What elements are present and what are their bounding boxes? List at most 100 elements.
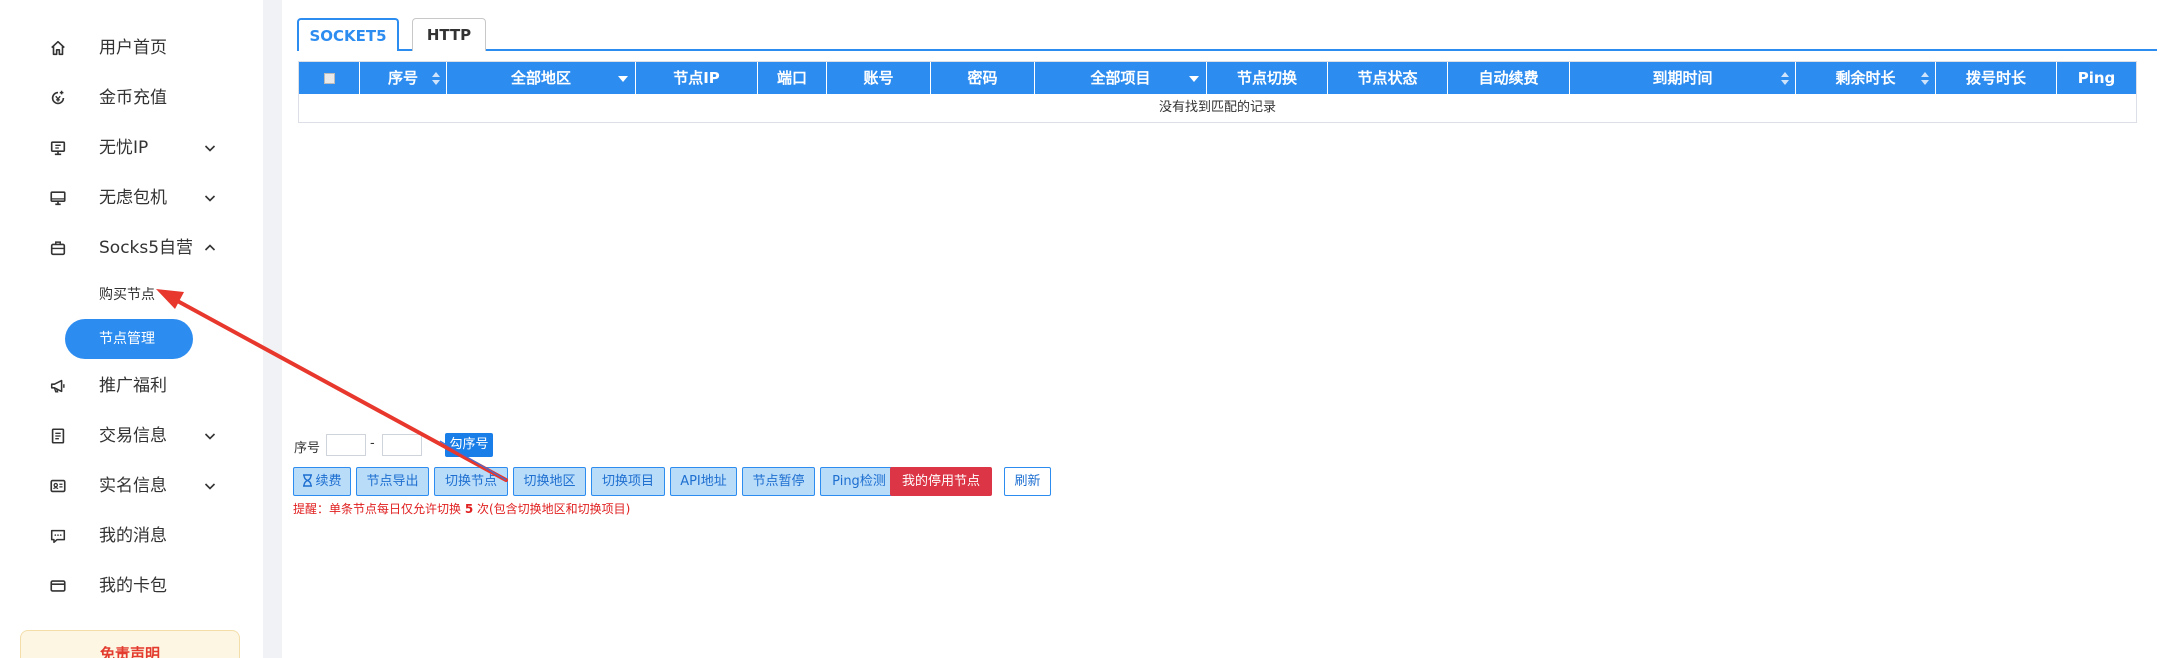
hourglass-icon	[303, 474, 313, 487]
chevron-down-icon	[204, 195, 216, 202]
notice-suffix: 次(包含切换地区和切换项目)	[473, 502, 631, 516]
sidebar-item-socks5[interactable]: Socks5自营	[0, 227, 263, 269]
sidebar-item-label: 推广福利	[99, 376, 167, 396]
sidebar-item-label: Socks5自营	[99, 238, 194, 258]
switch-node-button[interactable]: 切换节点	[434, 467, 508, 496]
sidebar-item-baoji[interactable]: 无虑包机	[0, 177, 263, 219]
tab-socket5[interactable]: SOCKET5	[297, 18, 399, 51]
switch-project-button[interactable]: 切换项目	[591, 467, 665, 496]
dropdown-arrow-icon	[618, 76, 628, 82]
sidebar-item-card-wallet[interactable]: 我的卡包	[0, 565, 263, 607]
sort-icon	[1781, 72, 1789, 85]
sidebar-item-messages[interactable]: 我的消息	[0, 515, 263, 557]
sort-icon	[432, 72, 440, 85]
seq-dash: -	[370, 436, 375, 451]
switch-region-button[interactable]: 切换地区	[513, 467, 586, 496]
column-label: 节点状态	[1357, 69, 1418, 87]
sidebar-item-label: 我的卡包	[99, 576, 167, 596]
pause-node-button[interactable]: 节点暂停	[742, 467, 815, 496]
check-seq-button[interactable]: 勾序号	[445, 433, 493, 457]
notice-count: 5	[464, 502, 474, 516]
refresh-button[interactable]: 刷新	[1004, 467, 1051, 496]
column-header-port: 端口	[758, 62, 827, 94]
chevron-down-icon	[204, 483, 216, 490]
message-icon	[48, 526, 68, 546]
sidebar-item-label: 金币充值	[99, 88, 167, 108]
column-label: 全部地区	[510, 69, 571, 87]
sidebar-item-label: 交易信息	[99, 426, 167, 446]
column-label: 序号	[387, 69, 418, 87]
column-header-project[interactable]: 全部项目	[1035, 62, 1207, 94]
column-label: 全部项目	[1090, 69, 1151, 87]
seq-label: 序号	[294, 441, 321, 456]
column-header-node-status: 节点状态	[1328, 62, 1448, 94]
column-label: 节点IP	[673, 69, 720, 87]
main-panel: SOCKET5 HTTP 序号 全部地区 节点IP 端口 账号 密码 全部项目 …	[282, 0, 2162, 658]
renew-button[interactable]: 续费	[293, 467, 351, 496]
sidebar-subitem-label: 节点管理	[99, 331, 155, 347]
column-header-seq[interactable]: 序号	[360, 62, 447, 94]
chevron-down-icon	[204, 145, 216, 152]
coin-recharge-icon	[48, 88, 68, 108]
desktop-icon	[48, 188, 68, 208]
chevron-up-icon	[204, 244, 216, 251]
node-table: 序号 全部地区 节点IP 端口 账号 密码 全部项目 节点切换 节点状态 自动续…	[298, 61, 2137, 123]
table-header: 序号 全部地区 节点IP 端口 账号 密码 全部项目 节点切换 节点状态 自动续…	[299, 62, 2136, 94]
disabled-nodes-button[interactable]: 我的停用节点	[890, 467, 992, 496]
column-header-password: 密码	[931, 62, 1035, 94]
sidebar: 用户首页 金币充值 无忧IP 无虑包机 Socks5自营 购买节点 节点管理 推…	[0, 0, 263, 658]
sidebar-subitem-buy-node[interactable]: 购买节点	[0, 276, 263, 314]
seq-to-input[interactable]	[382, 434, 422, 456]
notice-prefix: 提醒：单条节点每日仅允许切换	[293, 502, 465, 516]
sidebar-item-promotion[interactable]: 推广福利	[0, 365, 263, 407]
column-header-ping: Ping	[2057, 62, 2136, 94]
document-icon	[48, 426, 68, 446]
sidebar-item-label: 无虑包机	[99, 188, 167, 208]
select-all-cell[interactable]	[299, 62, 360, 94]
export-nodes-button[interactable]: 节点导出	[356, 467, 429, 496]
column-label: 自动续费	[1478, 69, 1539, 87]
column-header-account: 账号	[827, 62, 931, 94]
sort-icon	[1921, 72, 1929, 85]
protocol-tabs: SOCKET5 HTTP	[297, 18, 2157, 51]
column-header-auto-renew: 自动续费	[1448, 62, 1570, 94]
card-icon	[48, 576, 68, 596]
sidebar-item-transactions[interactable]: 交易信息	[0, 415, 263, 457]
sidebar-subitem-node-manage[interactable]: 节点管理	[0, 319, 263, 359]
sidebar-item-label: 我的消息	[99, 526, 167, 546]
sidebar-item-label: 无忧IP	[99, 138, 149, 158]
sidebar-item-realname[interactable]: 实名信息	[0, 465, 263, 507]
column-label: 到期时间	[1652, 69, 1713, 87]
briefcase-icon	[48, 238, 68, 258]
sidebar-item-wuyou-ip[interactable]: 无忧IP	[0, 127, 263, 169]
column-label: 账号	[863, 69, 894, 87]
column-header-expire-time[interactable]: 到期时间	[1570, 62, 1796, 94]
column-label: 密码	[967, 69, 998, 87]
dropdown-arrow-icon	[1189, 76, 1199, 82]
column-header-dial-duration: 拨号时长	[1936, 62, 2057, 94]
select-all-checkbox[interactable]	[324, 73, 335, 84]
column-label: 剩余时长	[1835, 69, 1896, 87]
sidebar-item-recharge[interactable]: 金币充值	[0, 77, 263, 119]
column-label: 端口	[776, 69, 807, 87]
sidebar-subitem-label: 购买节点	[99, 287, 155, 303]
chevron-down-icon	[204, 433, 216, 440]
seq-from-input[interactable]	[326, 434, 366, 456]
column-header-region[interactable]: 全部地区	[447, 62, 636, 94]
ping-check-button[interactable]: Ping检测	[820, 467, 898, 496]
column-header-node-ip: 节点IP	[636, 62, 758, 94]
sidebar-item-label: 用户首页	[99, 38, 167, 58]
disclaimer-title: 免责声明	[99, 645, 160, 658]
disclaimer-card[interactable]: 免责声明	[20, 630, 240, 658]
renew-button-label: 续费	[315, 474, 342, 489]
column-label: 节点切换	[1236, 69, 1297, 87]
api-address-button[interactable]: API地址	[670, 467, 737, 496]
sidebar-item-home[interactable]: 用户首页	[0, 27, 263, 69]
id-card-icon	[48, 476, 68, 496]
column-label: Ping	[2077, 69, 2116, 87]
tab-http[interactable]: HTTP	[412, 18, 486, 51]
column-label: 拨号时长	[1965, 69, 2026, 87]
switch-limit-notice: 提醒：单条节点每日仅允许切换 5 次(包含切换地区和切换项目)	[293, 500, 630, 517]
column-header-remaining[interactable]: 剩余时长	[1796, 62, 1936, 94]
column-header-node-switch: 节点切换	[1207, 62, 1328, 94]
